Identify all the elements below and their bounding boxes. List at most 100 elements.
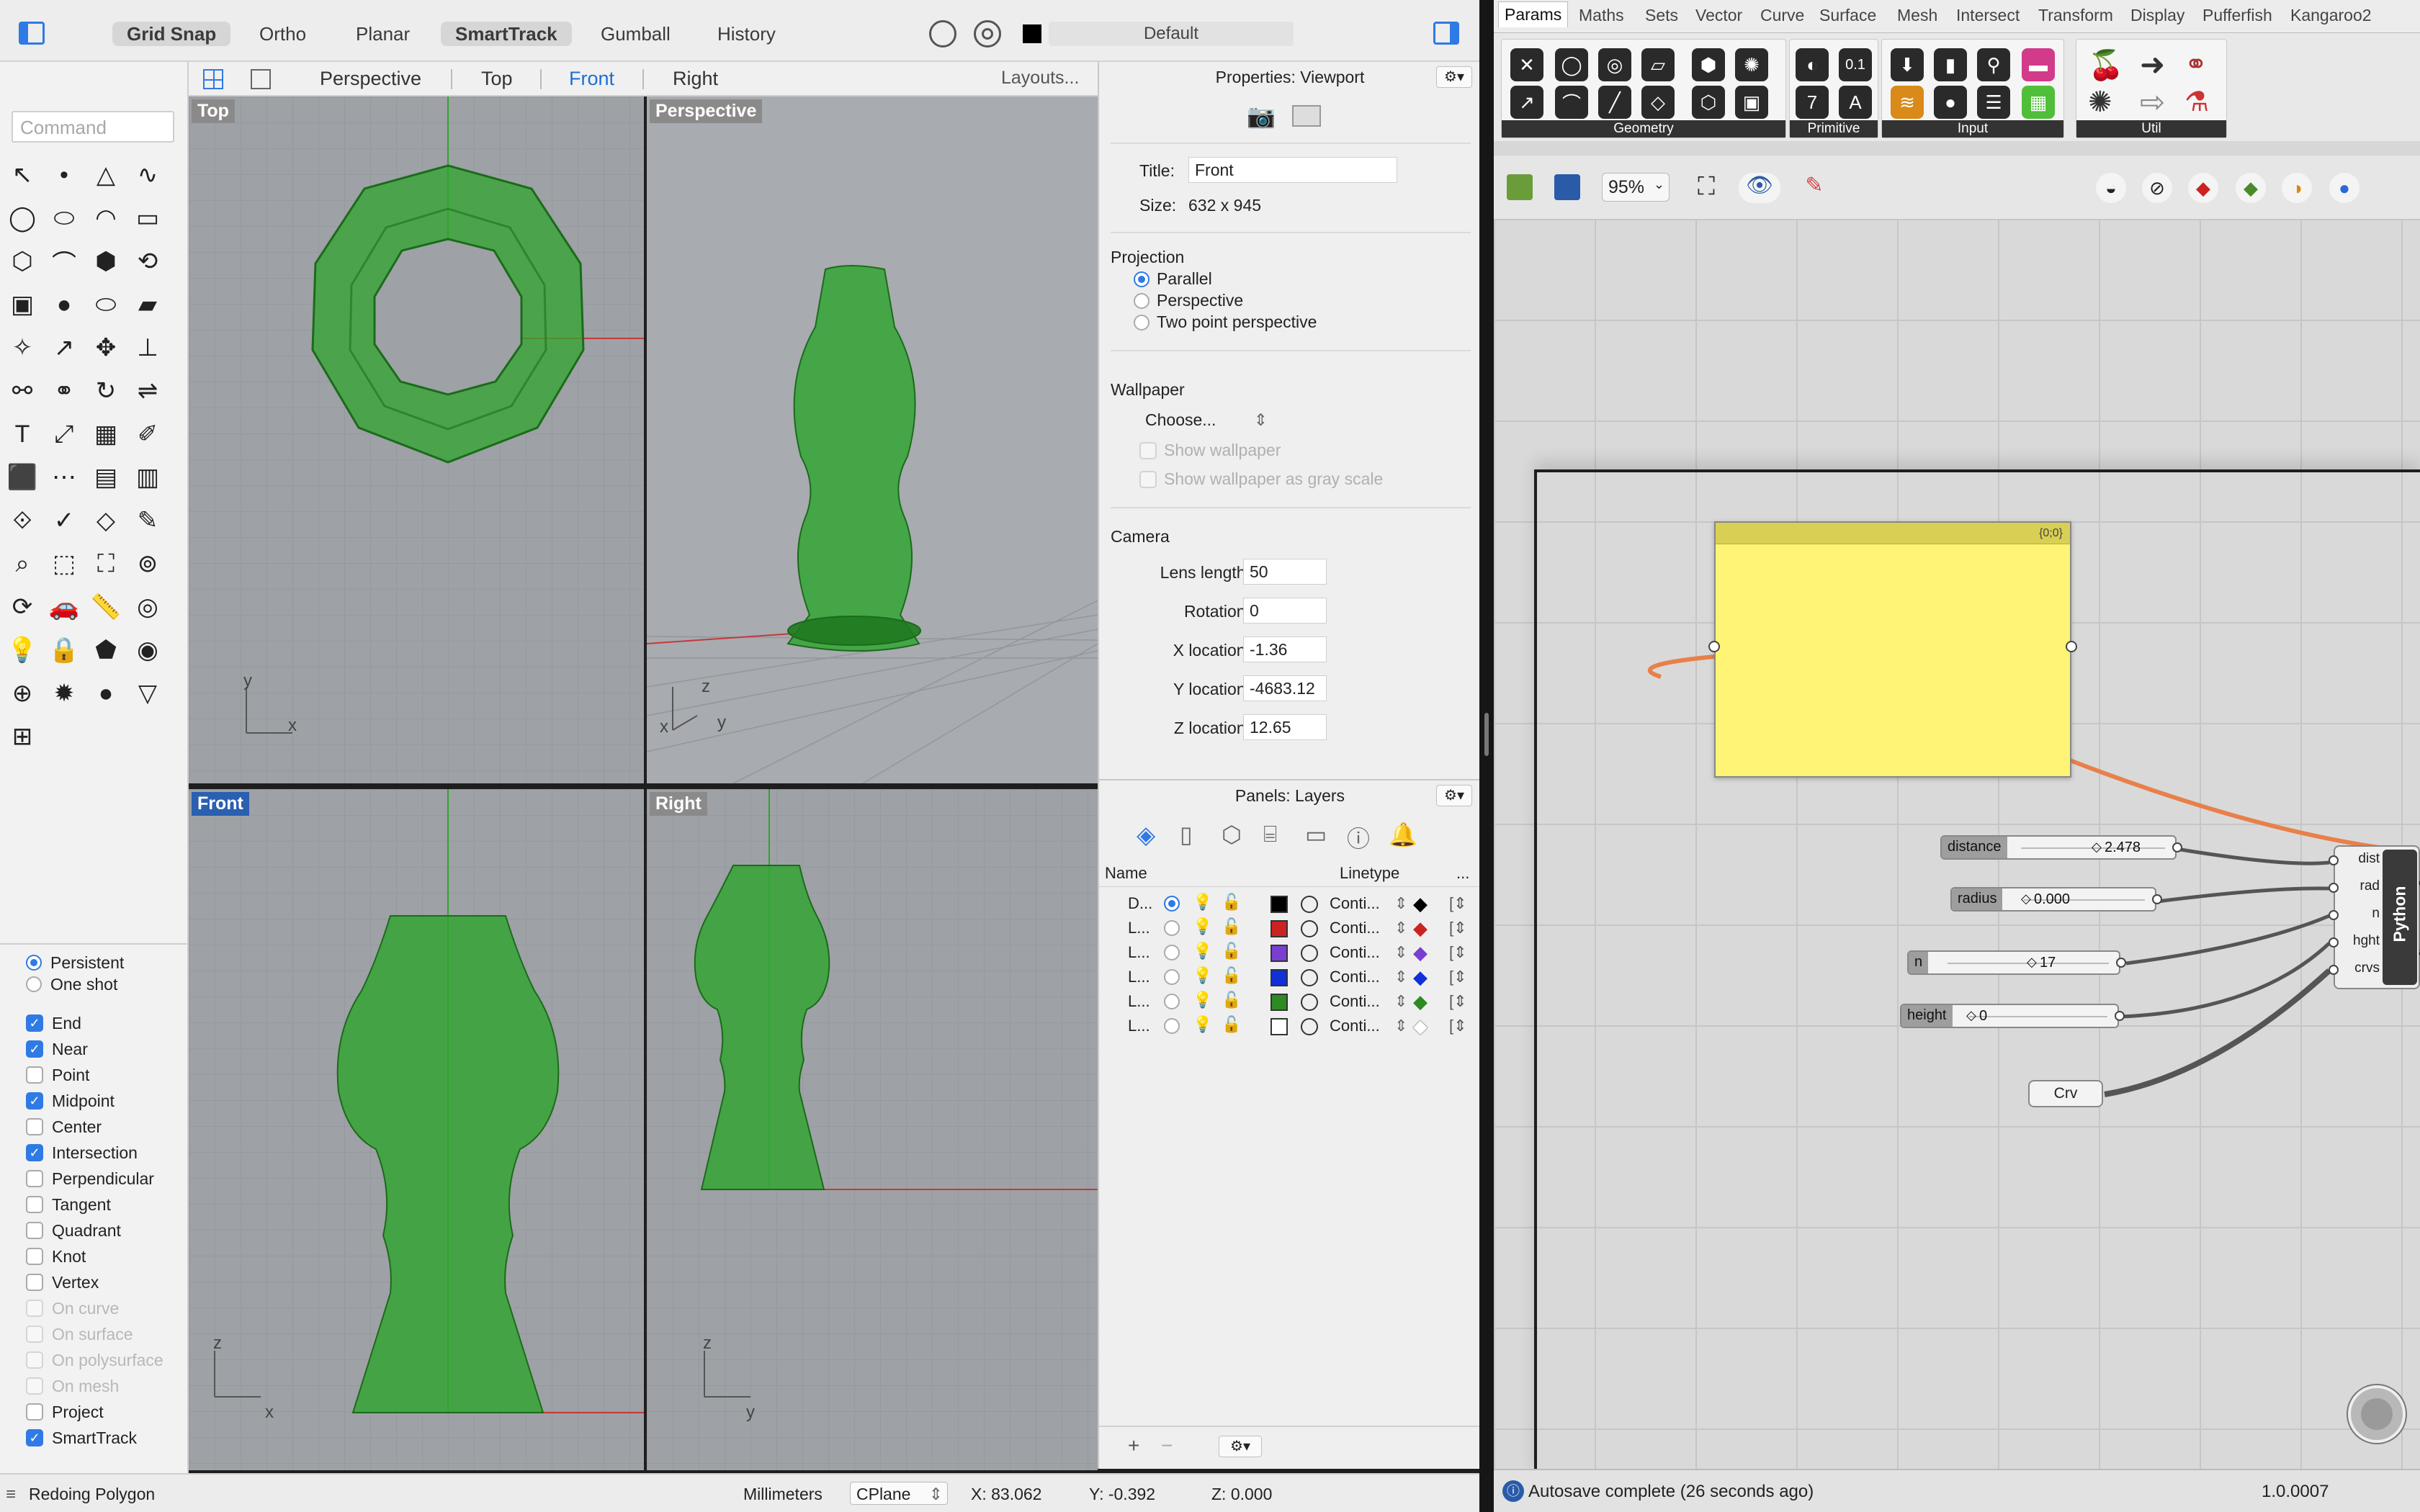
fitness-icon[interactable]: ⚭ bbox=[2184, 48, 2208, 81]
lock-icon[interactable]: 🔓 bbox=[1222, 893, 1241, 912]
camera-icon[interactable]: 📷 bbox=[1246, 102, 1276, 129]
ruler-icon[interactable]: 📏 bbox=[88, 589, 124, 625]
osnap-checkbox[interactable] bbox=[26, 1196, 43, 1213]
number-slider-distance[interactable]: distance ◇ 2.478 bbox=[1940, 835, 2182, 860]
tab-params[interactable]: Params bbox=[1498, 1, 1569, 27]
status-menu-icon[interactable]: ≡ bbox=[6, 1485, 16, 1505]
current-layer-radio[interactable] bbox=[1164, 994, 1180, 1009]
osnap-project[interactable]: Project bbox=[26, 1401, 104, 1423]
projection-two-point-option[interactable]: Two point perspective bbox=[1134, 312, 1317, 332]
tab-top[interactable]: Top bbox=[481, 68, 513, 90]
extrude-curve-icon[interactable]: ⬢ bbox=[88, 243, 124, 279]
gradient-input-icon[interactable]: ≋ bbox=[1891, 86, 1924, 119]
osnap-checkbox[interactable] bbox=[26, 1326, 43, 1343]
tab-kangaroo2[interactable]: Kangaroo2 bbox=[2290, 6, 2372, 25]
layer-more-icon[interactable]: [⇕ bbox=[1449, 968, 1467, 986]
lock-icon[interactable]: 🔓 bbox=[1222, 966, 1241, 985]
viewport-front[interactable]: Front z x bbox=[189, 789, 644, 1470]
one-shot-radio[interactable] bbox=[26, 976, 42, 992]
osnap-checkbox[interactable] bbox=[26, 1170, 43, 1187]
cylinder-icon[interactable]: ⬭ bbox=[88, 287, 124, 323]
current-layer-radio[interactable] bbox=[1164, 945, 1180, 960]
point-param-icon[interactable]: ↗ bbox=[1510, 86, 1543, 119]
gh-canvas[interactable]: {0;0} distance ◇ 2.478 radius ◇ 0.000 n ◇ 17 heig… bbox=[1494, 219, 2420, 1469]
tab-pufferfish[interactable]: Pufferfish bbox=[2202, 6, 2272, 25]
revolve-icon[interactable]: ⟲ bbox=[130, 243, 166, 279]
sun-icon[interactable]: ✹ bbox=[46, 675, 82, 711]
lightbulb-icon[interactable]: 💡 bbox=[1193, 966, 1212, 985]
layer-name[interactable]: L... bbox=[1128, 943, 1150, 962]
tab-mesh[interactable]: Mesh bbox=[1897, 6, 1937, 25]
slider-output-grip[interactable] bbox=[2115, 1011, 2125, 1021]
vase-perspective-object[interactable] bbox=[786, 265, 921, 652]
layer-options-gear-icon[interactable]: ⚙▾ bbox=[1219, 1436, 1262, 1457]
osnap-checkbox[interactable]: ✓ bbox=[26, 1144, 43, 1161]
zoom-window-icon[interactable]: ⬚ bbox=[46, 546, 82, 582]
python-input-crvs[interactable]: crvs bbox=[2342, 960, 2380, 976]
named-views-icon[interactable]: ⌸ bbox=[1263, 821, 1277, 848]
units-label[interactable]: Millimeters bbox=[743, 1485, 823, 1504]
python-component[interactable]: distradnhghtcrvsoa Python bbox=[2329, 845, 2420, 989]
python-input-grip[interactable] bbox=[2329, 883, 2339, 893]
sphere-icon[interactable]: ● bbox=[46, 287, 82, 323]
layer-row[interactable]: L... 💡 🔓 Conti... ⇕ ◆ [⇕ bbox=[1099, 989, 1481, 1014]
layers-icon[interactable]: ◈ bbox=[1137, 821, 1155, 850]
layer-print-color-icon[interactable]: ◆ bbox=[1413, 893, 1428, 915]
layer-color-swatch[interactable] bbox=[1270, 920, 1288, 937]
layer-more-icon[interactable]: [⇕ bbox=[1449, 919, 1467, 937]
plane-param-icon[interactable]: ▱ bbox=[1641, 48, 1675, 81]
cplane-icon[interactable]: ⊞ bbox=[4, 719, 40, 755]
viewport-top-label[interactable]: Top bbox=[192, 99, 235, 123]
osnap-on-curve[interactable]: On curve bbox=[26, 1297, 119, 1319]
circle-param-icon[interactable]: ◯ bbox=[1555, 48, 1588, 81]
current-layer-radio[interactable] bbox=[1164, 1018, 1180, 1034]
osnap-intersection[interactable]: ✓ Intersection bbox=[26, 1142, 138, 1164]
layer-row[interactable]: L... 💡 🔓 Conti... ⇕ ◆ [⇕ bbox=[1099, 1014, 1481, 1038]
osnap-checkbox[interactable] bbox=[26, 1066, 43, 1084]
number-slider-n[interactable]: n ◇ 17 bbox=[1907, 950, 2126, 975]
history-icon[interactable]: ⟳ bbox=[4, 589, 40, 625]
layer-material-icon[interactable] bbox=[1301, 994, 1318, 1011]
layer-color-swatch[interactable] bbox=[1270, 1018, 1288, 1035]
point-icon[interactable]: • bbox=[46, 157, 82, 193]
python-input-rad[interactable]: rad bbox=[2342, 878, 2380, 894]
z-location-field[interactable]: 12.65 bbox=[1243, 714, 1327, 740]
layer-row[interactable]: L... 💡 🔓 Conti... ⇕ ◆ [⇕ bbox=[1099, 916, 1481, 940]
layouts-menu[interactable]: Layouts... bbox=[1001, 68, 1079, 89]
sketch-pen-icon[interactable]: ✎ bbox=[1799, 173, 1829, 203]
number-param-icon[interactable]: 0.1 bbox=[1839, 48, 1872, 81]
lightbulb-icon[interactable]: 💡 bbox=[1193, 893, 1212, 912]
add-layer-button[interactable]: + bbox=[1128, 1434, 1139, 1457]
lock-icon[interactable]: 🔓 bbox=[1222, 991, 1241, 1009]
layer-print-color-icon[interactable]: ◆ bbox=[1413, 991, 1428, 1013]
union-icon[interactable]: ⚯ bbox=[4, 373, 40, 409]
viewport-frame-icon[interactable] bbox=[1292, 105, 1321, 127]
osnap-on-surface[interactable]: On surface bbox=[26, 1323, 133, 1345]
render-icon[interactable]: ● bbox=[2329, 173, 2360, 203]
viewport-right[interactable]: Right z y bbox=[647, 789, 1098, 1470]
edit-pts-icon[interactable]: ⟐ bbox=[4, 503, 40, 539]
surface-param-icon[interactable]: ⬡ bbox=[1692, 86, 1725, 119]
text-icon[interactable]: T bbox=[4, 416, 40, 452]
python-input-hght[interactable]: hght bbox=[2342, 933, 2380, 949]
value-list-icon[interactable]: ☰ bbox=[1977, 86, 2010, 119]
layer-print-color-icon[interactable]: ◆ bbox=[1413, 1015, 1428, 1038]
osnap-checkbox[interactable]: ✓ bbox=[26, 1040, 43, 1058]
layer-more-icon[interactable]: [⇕ bbox=[1449, 1017, 1467, 1035]
car-icon[interactable]: 🚗 bbox=[46, 589, 82, 625]
move-icon[interactable]: ✥ bbox=[88, 330, 124, 366]
single-layout-icon[interactable] bbox=[251, 69, 271, 89]
python-input-grip[interactable] bbox=[2329, 855, 2339, 865]
osnap-checkbox[interactable]: ✓ bbox=[26, 1014, 43, 1032]
lock-icon[interactable]: 🔓 bbox=[1222, 917, 1241, 936]
tree-icon[interactable]: ✺ bbox=[2088, 86, 2112, 119]
rotate-icon[interactable]: ↻ bbox=[88, 373, 124, 409]
grid-snap-toggle[interactable]: Grid Snap bbox=[112, 22, 231, 46]
brep-param-icon[interactable]: ▣ bbox=[1735, 86, 1768, 119]
osnap-near[interactable]: ✓ Near bbox=[26, 1038, 88, 1060]
boolean-param-icon[interactable]: ◐ bbox=[1796, 48, 1829, 81]
notification-bell-icon[interactable]: 🔔 bbox=[1389, 821, 1417, 848]
named-views-icon[interactable]: ◎ bbox=[130, 589, 166, 625]
target-icon[interactable] bbox=[974, 20, 1001, 48]
layer-row[interactable]: D... 💡 🔓 Conti... ⇕ ◆ [⇕ bbox=[1099, 891, 1481, 916]
